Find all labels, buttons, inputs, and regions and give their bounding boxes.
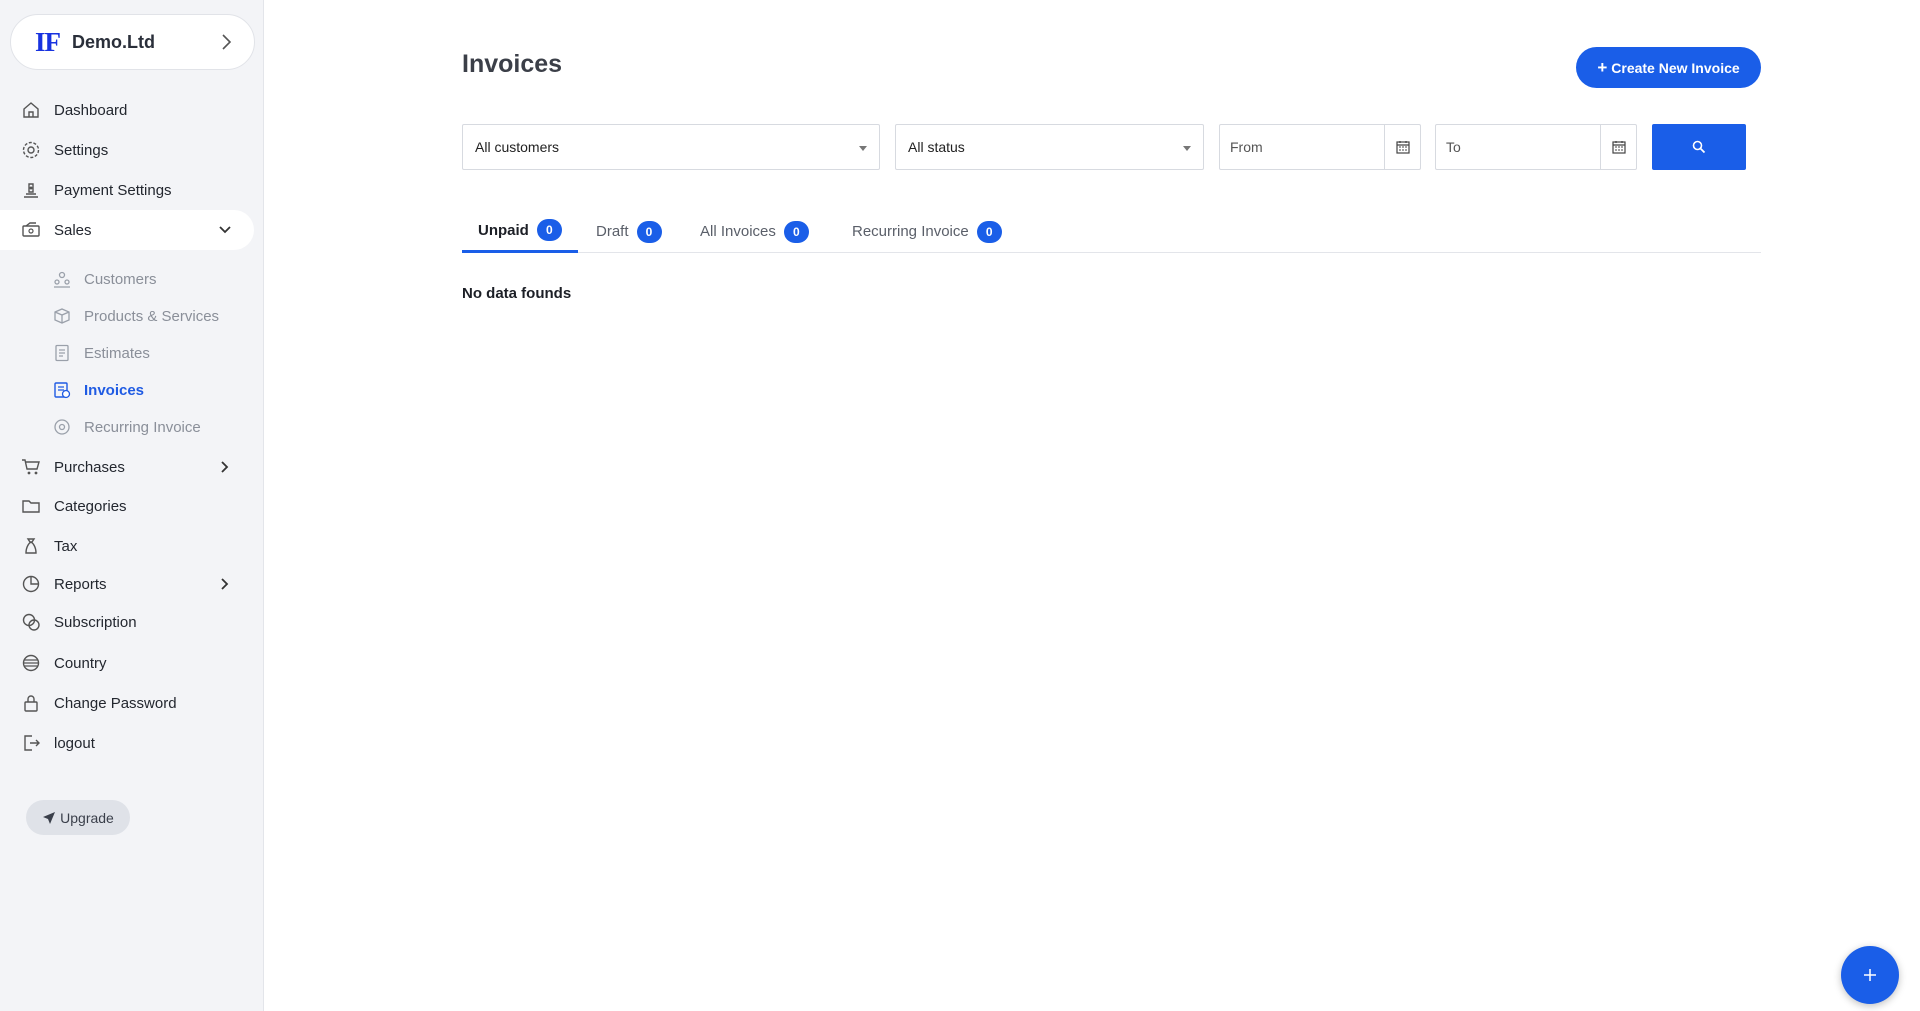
invoice-tabs: Unpaid 0 Draft 0 All Invoices 0 Recurrin… [462, 210, 1761, 253]
caret-down-icon [1183, 146, 1191, 151]
sidebar: IF Demo.Ltd Dashboard Settings Payment S… [0, 0, 264, 1011]
sidebar-item-label: Country [54, 654, 107, 672]
invoice-icon [52, 380, 72, 400]
sidebar-item-label: Payment Settings [54, 181, 172, 199]
chevron-down-icon [219, 226, 231, 234]
globe-icon [20, 652, 42, 674]
sidebar-subitem-label: Customers [84, 270, 157, 288]
sidebar-item-tax[interactable]: Tax [0, 526, 254, 566]
sidebar-subitem-label: Products & Services [84, 307, 220, 325]
search-icon [1692, 140, 1706, 154]
status-select[interactable]: All status [895, 124, 1204, 170]
sidebar-subitem-recurring-invoice[interactable]: Recurring Invoice [52, 412, 201, 442]
to-date-field [1435, 124, 1637, 170]
sidebar-subitem-products[interactable]: Products & Services [52, 301, 219, 331]
empty-state-message: No data founds [462, 285, 572, 302]
upgrade-label: Upgrade [60, 809, 114, 826]
subscription-icon [20, 611, 42, 633]
tab-label: Draft [596, 223, 629, 240]
pie-chart-icon [20, 573, 42, 595]
sidebar-subitem-label: Estimates [84, 344, 150, 362]
sidebar-subitem-customers[interactable]: Customers [52, 264, 157, 294]
chevron-right-icon [221, 461, 229, 473]
sidebar-subitem-invoices[interactable]: Invoices [52, 375, 144, 405]
chevron-right-icon [221, 578, 229, 590]
plus-icon [1864, 969, 1876, 981]
calendar-icon[interactable] [1384, 125, 1420, 169]
sidebar-subitem-label: Recurring Invoice [84, 418, 201, 436]
tab-unpaid[interactable]: Unpaid 0 [462, 210, 578, 253]
sidebar-item-sales[interactable]: Sales [0, 210, 254, 250]
cart-icon [20, 456, 42, 478]
sidebar-item-purchases[interactable]: Purchases [0, 447, 254, 487]
plus-icon: + [1597, 57, 1608, 77]
count-badge: 0 [976, 220, 1002, 243]
sidebar-item-subscription[interactable]: Subscription [0, 602, 254, 642]
company-logo: IF [35, 26, 61, 57]
customer-select[interactable]: All customers [462, 124, 880, 170]
money-bag-icon [20, 535, 42, 557]
sidebar-item-country[interactable]: Country [0, 643, 254, 683]
sidebar-item-dashboard[interactable]: Dashboard [0, 90, 254, 130]
floating-add-button[interactable] [1841, 946, 1899, 1004]
payment-icon [20, 179, 42, 201]
from-date-field [1219, 124, 1421, 170]
sidebar-item-payment-settings[interactable]: Payment Settings [0, 170, 254, 210]
sidebar-item-label: Change Password [54, 694, 177, 712]
folder-icon [20, 495, 42, 517]
tab-draft[interactable]: Draft 0 [580, 210, 678, 253]
sidebar-item-settings[interactable]: Settings [0, 130, 254, 170]
sidebar-item-change-password[interactable]: Change Password [0, 683, 254, 723]
sidebar-item-label: Categories [54, 497, 127, 515]
sidebar-subitem-label: Invoices [84, 381, 145, 399]
sidebar-item-label: Sales [54, 221, 92, 239]
sidebar-item-label: Subscription [54, 613, 137, 631]
sidebar-item-label: Settings [54, 141, 109, 159]
box-icon [52, 306, 72, 326]
create-invoice-button[interactable]: + Create New Invoice [1576, 47, 1761, 88]
tab-all-invoices[interactable]: All Invoices 0 [684, 210, 825, 253]
sidebar-item-label: Dashboard [54, 101, 128, 119]
sidebar-item-categories[interactable]: Categories [0, 486, 254, 526]
tab-recurring-invoice[interactable]: Recurring Invoice 0 [836, 210, 1018, 253]
search-button[interactable] [1652, 124, 1746, 170]
sidebar-subitem-estimates[interactable]: Estimates [52, 338, 150, 368]
rocket-icon [43, 811, 56, 824]
chevron-right-icon [222, 34, 232, 50]
create-invoice-label: Create New Invoice [1611, 59, 1740, 76]
tab-label: Unpaid [478, 221, 529, 239]
sidebar-item-label: logout [54, 734, 95, 752]
count-badge: 0 [536, 219, 562, 241]
home-icon [20, 99, 42, 121]
lock-icon [20, 692, 42, 714]
upgrade-button[interactable]: Upgrade [26, 800, 130, 835]
recurring-icon [52, 417, 72, 437]
count-badge: 0 [636, 220, 662, 243]
sidebar-item-label: Tax [54, 537, 78, 555]
tab-label: Recurring Invoice [852, 223, 969, 240]
sidebar-item-reports[interactable]: Reports [0, 564, 254, 604]
gear-icon [20, 139, 42, 161]
customers-icon [52, 269, 72, 289]
sidebar-item-label: Reports [54, 575, 107, 593]
from-date-input[interactable] [1220, 125, 1384, 169]
sidebar-item-logout[interactable]: logout [0, 723, 254, 763]
caret-down-icon [859, 146, 867, 151]
customer-select-value: All customers [475, 139, 560, 155]
tab-label: All Invoices [700, 223, 776, 240]
sales-icon [20, 219, 42, 241]
company-name: Demo.Ltd [72, 31, 155, 52]
status-select-value: All status [908, 139, 965, 155]
to-date-input[interactable] [1436, 125, 1600, 169]
document-icon [52, 343, 72, 363]
count-badge: 0 [783, 220, 809, 243]
logout-icon [20, 732, 42, 754]
company-switcher[interactable]: IF Demo.Ltd [10, 14, 255, 70]
page-title: Invoices [462, 50, 563, 78]
sidebar-item-label: Purchases [54, 458, 125, 476]
calendar-icon[interactable] [1600, 125, 1636, 169]
